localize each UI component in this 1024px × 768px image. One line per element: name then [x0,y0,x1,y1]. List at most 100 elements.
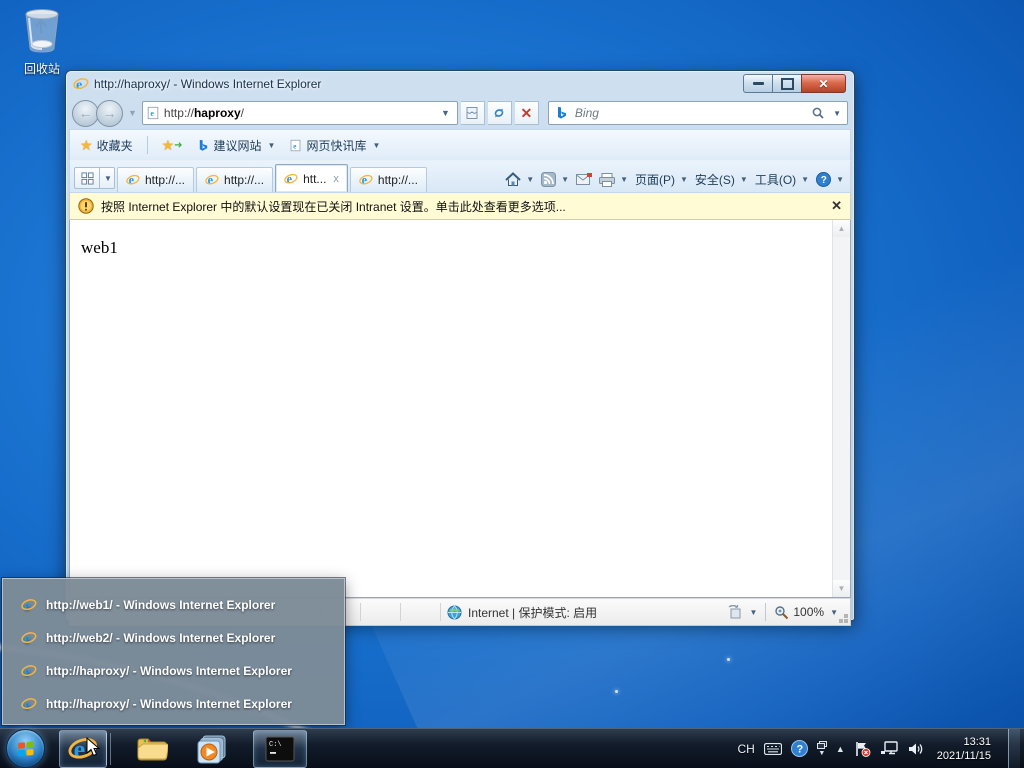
search-dropdown[interactable]: ▼ [833,109,841,118]
recycle-bin[interactable]: 回收站 [12,6,72,77]
compatibility-view-button[interactable] [461,101,485,125]
close-icon: ✕ [818,77,828,91]
tab-1[interactable]: http://... [117,167,194,192]
security-zone-text: Internet | 保护模式: 启用 [468,604,597,621]
chevron-down-icon[interactable]: ▼ [830,608,838,617]
tools-menu-button[interactable]: 工具(O) ▼ [755,171,809,188]
zoom-level[interactable]: 100% [793,605,824,619]
suggested-sites-button[interactable]: 建议网站 ▼ [193,135,280,156]
action-center-flag-icon[interactable] [854,741,871,757]
web-slice-gallery-button[interactable]: 网页快讯库 ▼ [285,135,384,156]
refresh-button[interactable] [488,101,512,125]
chevron-down-icon: ▼ [740,175,748,184]
address-dropdown[interactable]: ▼ [437,102,454,124]
zoom-magnifier-icon[interactable] [774,605,789,620]
chevron-down-icon: ▼ [818,750,825,757]
search-box[interactable]: Bing ▼ [548,101,848,125]
forward-button[interactable]: → [96,100,123,127]
tab-list-button[interactable]: ▼ [100,167,115,189]
add-favorite-arrow-icon: ➜ [174,140,182,151]
help-menu-button[interactable]: ? ▼ [816,172,844,187]
tab-label: http://... [378,173,418,187]
chevron-down-icon: ▼ [372,141,380,150]
safety-menu-button[interactable]: 安全(S) ▼ [695,171,748,188]
bing-icon [555,106,569,120]
page-body-text: web1 [81,238,118,258]
maximize-button[interactable] [772,74,801,93]
quick-tabs-button[interactable] [74,167,100,189]
volume-icon[interactable] [908,742,924,756]
help-icon[interactable]: ? [791,740,808,757]
quick-tabs-grid-icon [81,172,94,185]
language-indicator[interactable]: CH [737,742,754,756]
taskbar-ie-button[interactable] [59,730,107,768]
help-icon: ? [816,172,831,187]
chevron-down-icon: ▼ [526,175,534,184]
address-bar[interactable]: http://haproxy/ ▼ [142,101,458,125]
refresh-icon [492,106,506,120]
back-button[interactable]: ← [72,100,99,127]
tab-3-active[interactable]: htt... x [275,164,348,192]
information-bar[interactable]: 按照 Internet Explorer 中的默认设置现在已关闭 Intrane… [69,193,851,220]
list-item[interactable]: http://haproxy/ - Windows Internet Explo… [3,687,344,720]
minimize-button[interactable] [743,74,772,93]
read-mail-button[interactable] [576,173,592,186]
show-hidden-icons-chevron[interactable]: ▲ [836,744,845,754]
home-button[interactable]: ▼ [505,172,534,187]
close-button[interactable]: ✕ [801,74,846,93]
list-item[interactable]: http://web1/ - Windows Internet Explorer [3,588,344,621]
taskbar-cmd-button[interactable]: C:\ [253,730,307,768]
internet-zone-globe-icon [447,605,462,620]
clock-time: 13:31 [937,735,991,749]
recycle-bin-label: 回收站 [12,60,72,77]
add-to-favorites-bar-button[interactable]: ★ ➜ [158,135,187,156]
recycle-bin-icon [20,6,64,54]
taskbar-clock[interactable]: 13:31 2021/11/15 [937,735,991,763]
compatibility-view-icon [465,106,479,120]
taskbar-explorer-button[interactable] [129,731,175,767]
bing-icon [197,139,210,152]
favorites-button[interactable]: ★ 收藏夹 [76,135,137,156]
scroll-down-icon[interactable]: ▼ [833,580,850,597]
window-switcher-tray-item[interactable]: ▼ [817,741,827,757]
print-button[interactable]: ▼ [599,173,628,187]
scroll-up-icon[interactable]: ▲ [833,220,850,237]
tab-close-icon[interactable]: x [333,173,339,185]
infobar-close-icon[interactable]: ✕ [831,198,842,214]
add-favorite-star-icon: ★ [162,137,175,154]
start-button[interactable] [6,729,45,768]
ie-window: http://haproxy/ - Windows Internet Explo… [65,70,855,621]
resize-grip-icon[interactable] [844,619,848,623]
window-list-title: http://haproxy/ - Windows Internet Explo… [46,697,292,711]
command-prompt-icon: C:\ [265,736,295,762]
chevron-down-icon[interactable]: ▼ [749,608,757,617]
desktop: 回收站 http://haproxy/ - Windows Internet E… [0,0,1024,768]
tab-4[interactable]: http://... [350,167,427,192]
tools-menu-label: 工具(O) [755,171,796,188]
chevron-down-icon: ▼ [801,175,809,184]
list-item[interactable]: http://web2/ - Windows Internet Explorer [3,621,344,654]
page-menu-label: 页面(P) [635,171,675,188]
page-menu-button[interactable]: 页面(P) ▼ [635,171,688,188]
chevron-down-icon: ▼ [836,175,844,184]
tab-2[interactable]: http://... [196,167,273,192]
clock-date: 2021/11/15 [937,749,991,763]
security-zone: Internet | 保护模式: 启用 [447,604,597,621]
feeds-button[interactable]: ▼ [541,172,569,187]
taskbar-media-player-button[interactable] [189,731,235,767]
list-item[interactable]: http://haproxy/ - Windows Internet Explo… [3,654,344,687]
ie-icon [284,172,298,186]
vertical-scrollbar[interactable]: ▲ ▼ [832,220,850,597]
show-desktop-button[interactable] [1008,729,1020,768]
network-icon[interactable] [880,741,899,756]
ie-icon [205,173,219,187]
home-icon [505,172,521,187]
stop-button[interactable]: ✕ [515,101,539,125]
search-icon[interactable] [811,106,825,120]
window-controls: ✕ [743,74,846,93]
status-separator [440,603,441,621]
chevron-down-icon: ▼ [104,174,112,183]
keyboard-icon[interactable] [764,743,782,755]
recent-pages-dropdown[interactable]: ▼ [128,108,137,118]
compatibility-status-icon[interactable] [727,605,743,619]
